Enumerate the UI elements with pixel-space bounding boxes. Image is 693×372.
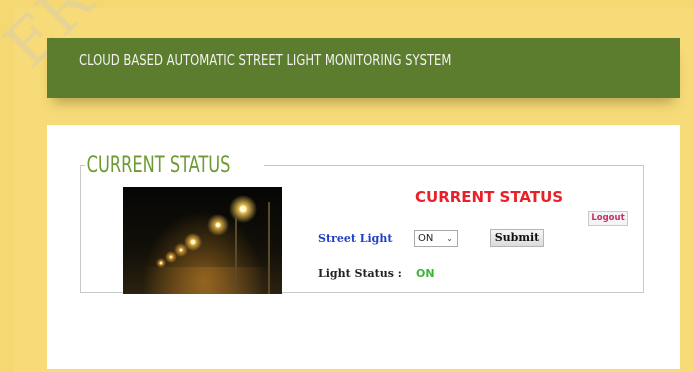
chevron-down-icon: ⌄ bbox=[446, 234, 453, 243]
submit-button[interactable]: Submit bbox=[490, 229, 544, 247]
light-pole bbox=[235, 217, 237, 294]
light-status-label: Light Status : bbox=[318, 267, 402, 280]
site-title: CLOUD BASED AUTOMATIC STREET LIGHT MONIT… bbox=[79, 51, 452, 69]
logout-button[interactable]: Logout bbox=[588, 211, 628, 226]
street-light-select-value: ON bbox=[418, 233, 434, 244]
content-panel: CURRENT STATUS CURRENT STATUS Logout Str… bbox=[47, 125, 680, 369]
header-bar: CLOUD BASED AUTOMATIC STREET LIGHT MONIT… bbox=[47, 38, 680, 98]
current-status-heading: CURRENT STATUS bbox=[415, 188, 564, 206]
light-pole bbox=[268, 202, 270, 294]
road-glow bbox=[143, 267, 273, 294]
light-status-value: ON bbox=[416, 267, 435, 280]
current-status-legend: CURRENT STATUS bbox=[86, 153, 231, 178]
street-light-image bbox=[123, 187, 282, 294]
street-light-select[interactable]: ON ⌄ bbox=[414, 230, 458, 247]
street-light-label: Street Light bbox=[318, 232, 393, 245]
